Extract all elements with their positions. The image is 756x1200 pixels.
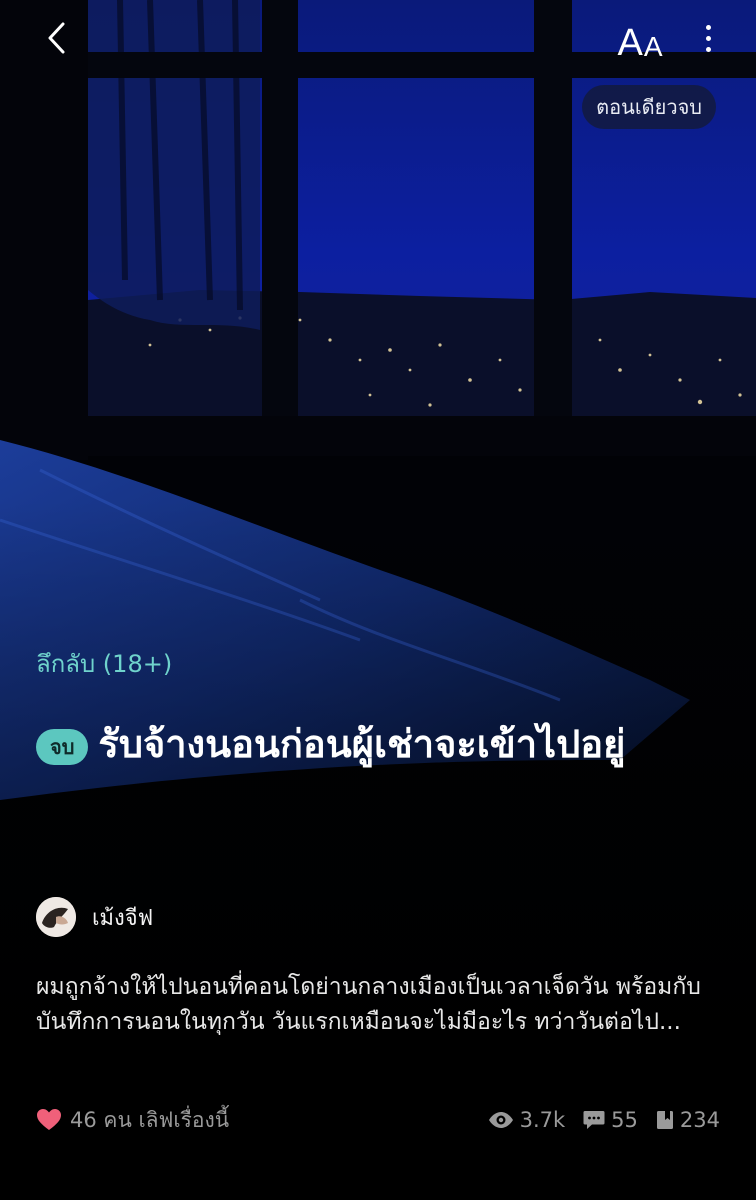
oneshot-badge: ตอนเดียวจบ [582,85,716,129]
comments-count: 55 [611,1108,638,1132]
more-vertical-icon-dot [705,46,711,52]
author-name: เม้งจีฟ [92,905,154,931]
more-vertical-icon-dot [705,35,711,41]
bookmarks-count: 234 [679,1108,720,1132]
comments-stat: 55 [583,1108,638,1132]
more-vertical-icon-dot [705,24,711,30]
comment-icon [583,1111,605,1129]
story-footer: 46 คน เลิฟเรื่องนี้ 3.7k 55 234 [36,1100,720,1140]
love-button[interactable]: 46 คน เลิฟเรื่องนี้ [36,1104,229,1137]
heart-icon [37,1109,61,1130]
font-size-button[interactable]: AA [608,14,672,62]
views-count: 3.7k [519,1108,566,1132]
top-bar: AA [0,0,756,80]
bookmarks-stat: 234 [656,1108,720,1132]
genre-label[interactable]: ลึกลับ (18+) [36,644,172,683]
story-stats: 3.7k 55 234 [488,1108,720,1132]
back-button[interactable] [34,16,78,60]
story-title-block: จบ รับจ้างนอนก่อนผู้เช่าจะเข้าไปอยู่ [36,696,726,792]
synopsis: ผมถูกจ้างให้ไปนอนที่คอนโดย่านกลางเมืองเป… [36,974,701,1035]
avatar [36,897,76,937]
story-title: รับจ้างนอนก่อนผู้เช่าจะเข้าไปอยู่ [98,722,626,766]
status-badge: จบ [36,728,89,765]
bookmark-icon [656,1111,673,1129]
font-size-icon-large: A [617,22,643,64]
chevron-left-icon [48,22,65,54]
more-options-button[interactable] [690,16,726,60]
eye-icon [488,1112,513,1128]
views-stat: 3.7k [488,1108,566,1132]
author-link[interactable]: เม้งจีฟ [36,896,153,938]
font-size-icon-small: A [643,31,663,62]
love-count-text: 46 คน เลิฟเรื่องนี้ [70,1107,230,1132]
